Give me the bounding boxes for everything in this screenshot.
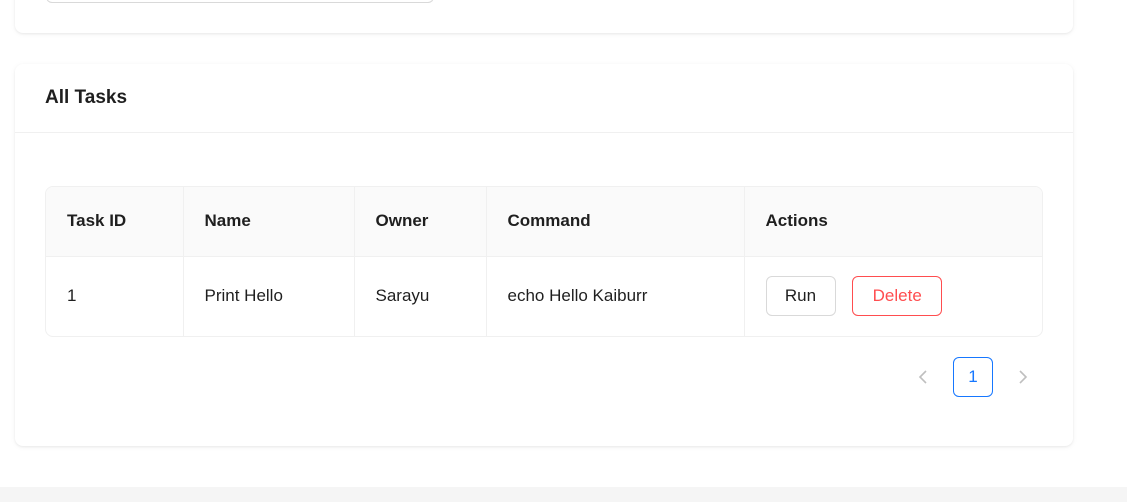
tasks-card: All Tasks Task ID Name Owner Command Act… (15, 64, 1073, 446)
column-header-owner: Owner (354, 187, 487, 257)
filter-card (15, 0, 1073, 33)
delete-button[interactable]: Delete (852, 276, 943, 317)
chevron-left-icon[interactable] (903, 357, 943, 397)
page-item-current[interactable]: 1 (953, 357, 993, 397)
pagination: 1 (903, 357, 1043, 397)
cell-actions: Run Delete (744, 256, 1042, 336)
column-header-task-id: Task ID (46, 187, 184, 257)
page: All Tasks Task ID Name Owner Command Act… (0, 0, 1127, 502)
column-header-actions: Actions (744, 187, 1042, 257)
run-button[interactable]: Run (765, 276, 836, 317)
cell-owner: Sarayu (354, 256, 487, 336)
tasks-table: Task ID Name Owner Command Actions 1 Pri… (45, 186, 1043, 337)
card-title: All Tasks (45, 87, 128, 108)
chevron-right-icon[interactable] (1003, 357, 1043, 397)
search-input[interactable] (46, 0, 434, 3)
table-header-row: Task ID Name Owner Command Actions (46, 187, 1042, 257)
table-row: 1 Print Hello Sarayu echo Hello Kaiburr … (46, 256, 1042, 336)
footer-band (0, 487, 1127, 502)
cell-task-id: 1 (46, 256, 184, 336)
cell-command: echo Hello Kaiburr (486, 256, 745, 336)
cell-name: Print Hello (183, 256, 355, 336)
card-header: All Tasks (15, 64, 1073, 133)
column-header-name: Name (183, 187, 355, 257)
column-header-command: Command (486, 187, 745, 257)
